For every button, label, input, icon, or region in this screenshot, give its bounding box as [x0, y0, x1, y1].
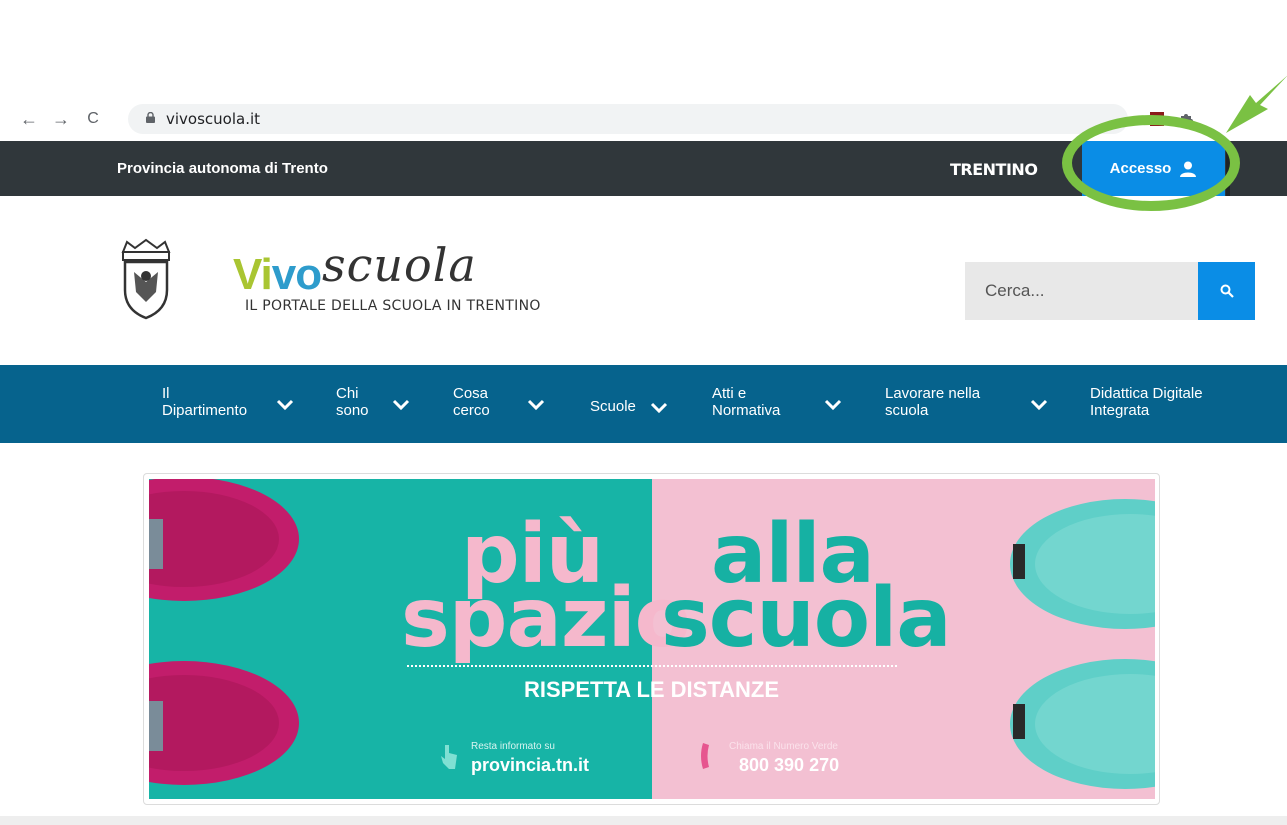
chevron-down-icon[interactable]	[392, 399, 410, 411]
nav-item-label: Atti e Normativa	[712, 385, 781, 419]
info-left-link: provincia.tn.it	[471, 755, 590, 775]
nav-item-chi-sono[interactable]: Chi sono	[336, 385, 369, 419]
site-logo-scuola[interactable]: scuola	[322, 238, 477, 292]
phone-icon	[701, 743, 709, 769]
chevron-down-icon[interactable]	[650, 402, 668, 414]
sneaker-teal-top-image	[1010, 499, 1155, 629]
search-icon	[1220, 284, 1234, 298]
highlight-circle	[1062, 115, 1240, 211]
back-button[interactable]: ←	[18, 108, 40, 130]
nav-item-dipartimento[interactable]: Il Dipartimento	[162, 385, 247, 419]
nav-item-didattica-digitale[interactable]: Didattica Digitale Integrata	[1090, 385, 1203, 419]
info-right-phone: 800 390 270	[739, 755, 840, 775]
sneaker-teal-bottom-image	[1010, 659, 1155, 789]
banner-word-spazio: spazio	[401, 571, 691, 666]
nav-item-label: Scuole	[590, 398, 636, 415]
nav-item-label: Chi sono	[336, 385, 369, 419]
content-divider	[0, 816, 1287, 825]
banner-distance-text: RISPETTA LE DISTANZE	[524, 677, 780, 702]
info-left-caption: Resta informato su	[471, 741, 555, 752]
site-logo-vivo[interactable]: Vivo	[233, 250, 322, 300]
chevron-down-icon[interactable]	[824, 399, 842, 411]
pointer-arrow-icon	[1226, 75, 1287, 133]
url-text[interactable]: vivoscuola.it	[166, 110, 260, 128]
logo-vivo-part-2: vo	[271, 250, 322, 299]
nav-item-label: Il Dipartimento	[162, 385, 248, 419]
sneaker-pink-top-image	[149, 479, 299, 601]
search-button[interactable]	[1198, 262, 1255, 320]
reload-button[interactable]: C	[82, 108, 104, 130]
trentino-logo[interactable]: TRENTINO	[950, 160, 1038, 179]
nav-item-label: Cosa cerco	[453, 385, 490, 419]
distance-arrow-line	[407, 665, 897, 667]
site-tagline: IL PORTALE DELLA SCUOLA IN TRENTINO	[245, 298, 541, 314]
chevron-down-icon[interactable]	[276, 399, 294, 411]
org-name[interactable]: Provincia autonoma di Trento	[117, 160, 328, 177]
pointer-hand-icon	[441, 745, 457, 769]
nav-item-scuole[interactable]: Scuole	[590, 398, 636, 415]
info-right-caption: Chiama il Numero Verde	[729, 741, 838, 752]
chevron-down-icon[interactable]	[1030, 399, 1048, 411]
forward-button[interactable]: →	[50, 108, 72, 130]
logo-vivo-part-1: Vi	[233, 250, 273, 299]
nav-item-cosa-cerco[interactable]: Cosa cerco	[453, 385, 490, 419]
search-input[interactable]	[965, 262, 1198, 320]
campaign-banner[interactable]: più spazio alla scuola RISPETTA LE DISTA…	[149, 479, 1155, 799]
lock-icon	[146, 112, 155, 123]
nav-item-atti-normativa[interactable]: Atti e Normativa	[712, 385, 780, 419]
nav-item-lavorare[interactable]: Lavorare nella scuola	[885, 385, 980, 419]
banner-word-scuola: scuola	[661, 571, 952, 666]
address-bar[interactable]	[128, 104, 1128, 134]
nav-item-label: Lavorare nella scuola	[885, 385, 981, 419]
province-crest-logo[interactable]	[117, 238, 175, 320]
chevron-down-icon[interactable]	[527, 399, 545, 411]
nav-item-label: Didattica Digitale Integrata	[1090, 385, 1203, 419]
sneaker-pink-bottom-image	[149, 661, 299, 785]
